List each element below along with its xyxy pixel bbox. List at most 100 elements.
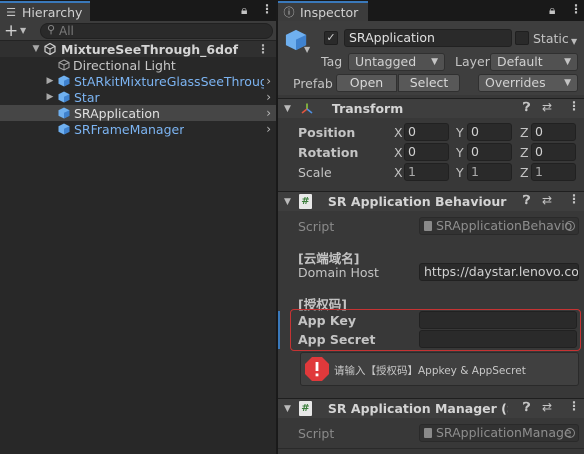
position-y-field[interactable]: 0	[467, 123, 512, 141]
inspector-panel: ⓘ Inspector 🔒︎ ⋮ ▼ ✓ SRApplication Stati…	[278, 0, 584, 454]
scale-x-field[interactable]: 1	[404, 163, 449, 181]
rotation-label: Rotation	[298, 145, 359, 160]
more-options-icon[interactable]: ⋮	[261, 2, 273, 16]
foldout-collapsed-icon[interactable]: ▶	[44, 76, 56, 86]
layer-label: Layer	[455, 54, 490, 69]
script-value: SRApplicationManage	[436, 425, 572, 440]
component-menu-icon[interactable]: ⋮	[568, 192, 580, 206]
sr-application-behaviour-header[interactable]: ▼ # SR Application Behaviour (Scri	[278, 191, 584, 211]
scene-row[interactable]: ▼ MixtureSeeThrough_6dof ⋮	[0, 41, 276, 57]
component-menu-icon[interactable]: ⋮	[568, 99, 580, 113]
transform-title: Transform	[331, 101, 404, 116]
prefab-select-button[interactable]: Select	[398, 74, 460, 92]
object-picker-icon[interactable]	[565, 221, 575, 231]
icon-dropdown-chevron-icon[interactable]: ▼	[304, 45, 310, 54]
tag-dropdown[interactable]: Untagged ▼	[348, 53, 445, 71]
scale-z-field[interactable]: 1	[531, 163, 576, 181]
object-name-field[interactable]: SRApplication	[344, 29, 512, 47]
axis-z-label: Z	[520, 125, 529, 140]
hierarchy-panel: ☰ Hierarchy 🔒︎ ⋮ + ▼ ⚲ All ▼ MixtureSeeT…	[0, 0, 277, 454]
tab-inspector[interactable]: ⓘ Inspector	[278, 1, 368, 21]
component-menu-icon[interactable]: ⋮	[568, 399, 580, 413]
gameobject-icon	[58, 59, 70, 71]
help-icon[interactable]: ❓︎	[523, 400, 530, 415]
hierarchy-item-starkit[interactable]: ▶ StARkitMixtureGlassSeeThrough ›	[0, 73, 276, 89]
scene-name: MixtureSeeThrough_6dof	[61, 41, 239, 57]
rotation-x-field[interactable]: 0	[404, 143, 449, 161]
axis-y-label: Y	[456, 165, 464, 180]
transform-header[interactable]: ▼ Transform	[278, 98, 584, 118]
chevron-right-icon[interactable]: ›	[266, 89, 271, 105]
hierarchy-tab-label: Hierarchy	[22, 4, 83, 20]
hierarchy-toolbar: + ▼ ⚲ All	[0, 21, 276, 41]
position-z-field[interactable]: 0	[531, 123, 576, 141]
rotation-z-field[interactable]: 0	[531, 143, 576, 161]
help-icon[interactable]: ❓︎	[523, 193, 530, 208]
position-label: Position	[298, 125, 356, 140]
rotation-y-field[interactable]: 0	[467, 143, 512, 161]
hierarchy-item-directional-light[interactable]: Directional Light	[0, 57, 276, 73]
script-file-icon	[424, 221, 432, 231]
object-picker-icon[interactable]	[565, 428, 575, 438]
scale-label: Scale	[298, 165, 332, 180]
presets-icon[interactable]: ⇄	[542, 100, 552, 114]
help-icon[interactable]: ❓︎	[523, 100, 530, 115]
active-checkbox[interactable]: ✓	[324, 31, 338, 45]
position-x-field[interactable]: 0	[404, 123, 449, 141]
domain-host-label: Domain Host	[298, 265, 379, 280]
layer-dropdown[interactable]: Default ▼	[490, 53, 578, 71]
inspector-tabbar: ⓘ Inspector 🔒︎ ⋮	[278, 0, 584, 21]
info-icon: ⓘ	[283, 6, 295, 19]
hierarchy-item-srapplication[interactable]: SRApplication ›	[0, 105, 276, 121]
foldout-collapsed-icon[interactable]: ▶	[44, 92, 56, 102]
domain-host-field[interactable]: https://daystar.lenovo.com	[419, 263, 579, 281]
list-icon: ☰	[6, 5, 16, 19]
more-options-icon[interactable]: ⋮	[570, 2, 582, 16]
unity-scene-icon	[44, 43, 56, 55]
app-key-label: App Key	[298, 313, 357, 328]
manager-script-field[interactable]: SRApplicationManage	[419, 424, 579, 442]
prefab-overrides-dropdown[interactable]: Overrides ▼	[478, 74, 578, 92]
foldout-expanded-icon[interactable]: ▼	[284, 197, 291, 207]
chevron-right-icon[interactable]: ›	[266, 121, 271, 137]
add-icon[interactable]: +	[4, 21, 18, 41]
hierarchy-tabbar: ☰ Hierarchy 🔒︎ ⋮	[0, 0, 276, 21]
csharp-script-icon: #	[298, 194, 312, 209]
prefab-cube-icon	[58, 75, 70, 87]
foldout-expanded-icon[interactable]: ▼	[30, 44, 42, 54]
prefab-label: Prefab	[293, 76, 333, 91]
scale-y-field[interactable]: 1	[467, 163, 512, 181]
tab-hierarchy[interactable]: ☰ Hierarchy	[0, 1, 90, 21]
tag-value: Untagged	[355, 54, 417, 69]
presets-icon[interactable]: ⇄	[542, 400, 552, 414]
chevron-right-icon[interactable]: ›	[266, 105, 271, 121]
static-dropdown-chevron-icon[interactable]: ▼	[571, 37, 577, 46]
static-checkbox[interactable]	[515, 31, 529, 45]
hierarchy-item-srframemanager[interactable]: SRFrameManager ›	[0, 121, 276, 137]
hierarchy-search-input[interactable]: ⚲ All	[40, 23, 273, 39]
axis-x-label: X	[394, 165, 403, 180]
add-dropdown-chevron-icon[interactable]: ▼	[20, 23, 26, 39]
foldout-expanded-icon[interactable]: ▼	[284, 404, 291, 414]
app-secret-field[interactable]	[419, 330, 577, 348]
scene-menu-icon[interactable]: ⋮	[257, 41, 269, 57]
prefab-cube-icon	[58, 91, 70, 103]
sr-application-manager-header[interactable]: ▼ # SR Application Manager (Scrip	[278, 398, 584, 418]
hierarchy-item-star[interactable]: ▶ Star ›	[0, 89, 276, 105]
lock-icon[interactable]: 🔒︎	[241, 3, 247, 18]
script-label: Script	[298, 426, 335, 441]
behaviour-script-field[interactable]: SRApplicationBehavio	[419, 217, 579, 235]
error-message: 请输入【授权码】Appkey & AppSecret	[334, 365, 526, 377]
overrides-value: Overrides	[485, 75, 546, 90]
inspector-tab-label: Inspector	[300, 4, 359, 20]
chevron-right-icon[interactable]: ›	[266, 73, 271, 89]
prefab-open-button[interactable]: Open	[336, 74, 397, 92]
behaviour-title: SR Application Behaviour (Scri	[327, 194, 508, 209]
foldout-expanded-icon[interactable]: ▼	[284, 104, 291, 114]
lock-icon[interactable]: 🔒︎	[549, 3, 555, 18]
app-key-field[interactable]	[419, 311, 577, 329]
presets-icon[interactable]: ⇄	[542, 193, 552, 207]
script-label: Script	[298, 219, 335, 234]
manager-title: SR Application Manager (Scrip	[327, 401, 508, 416]
prefab-cube-icon	[58, 107, 70, 119]
